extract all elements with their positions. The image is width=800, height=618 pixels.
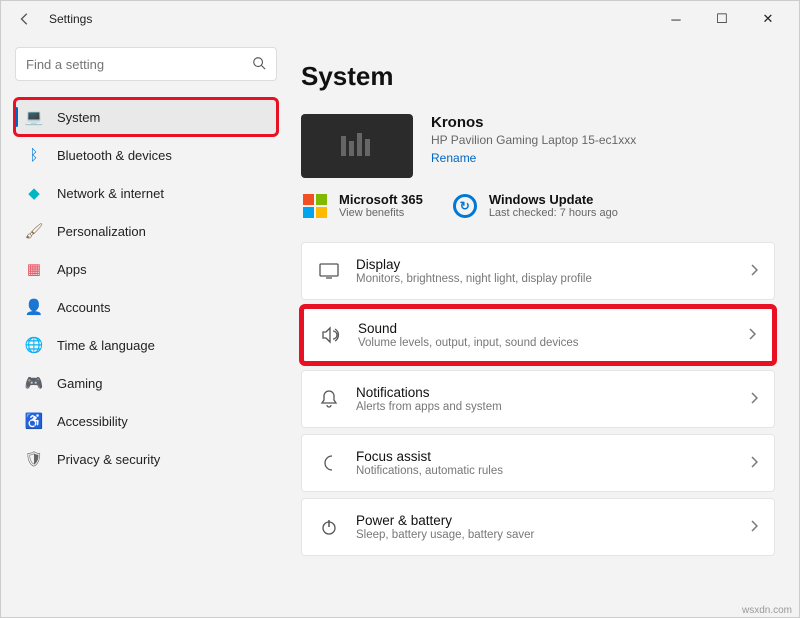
search-box[interactable]	[15, 47, 277, 81]
back-arrow-icon	[18, 12, 32, 26]
card-sound[interactable]: Sound Volume levels, output, input, soun…	[301, 306, 775, 364]
card-focus[interactable]: Focus assist Notifications, automatic ru…	[301, 434, 775, 492]
search-icon	[252, 56, 266, 73]
sidebar-icon: ᛒ	[25, 146, 43, 164]
power-icon	[318, 518, 340, 536]
display-icon	[318, 263, 340, 279]
card-text: Focus assist Notifications, automatic ru…	[356, 449, 734, 477]
promo-ms365-sub: View benefits	[339, 207, 423, 219]
sidebar-item-system[interactable]: 💻 System	[15, 99, 277, 135]
promo-update-title: Windows Update	[489, 192, 618, 207]
back-button[interactable]	[9, 3, 41, 35]
sidebar-item-label: Privacy & security	[57, 452, 160, 467]
card-text: Notifications Alerts from apps and syste…	[356, 385, 734, 413]
sidebar-icon: 🎮	[25, 374, 43, 392]
body: 💻 System ᛒ Bluetooth & devices ◆ Network & in…	[1, 37, 799, 617]
sidebar-item-network-internet[interactable]: ◆ Network & internet	[15, 175, 277, 211]
sound-icon	[320, 326, 342, 344]
settings-window: Settings ─ ☐ ✕ 💻 System ᛒ Bluetooth & devic…	[0, 0, 800, 618]
promo-update-sub: Last checked: 7 hours ago	[489, 207, 618, 219]
chevron-right-icon	[748, 328, 756, 343]
watermark: wsxdn.com	[742, 605, 792, 616]
promo-windows-update[interactable]: ↻ Windows Update Last checked: 7 hours a…	[451, 192, 618, 220]
device-row: Kronos HP Pavilion Gaming Laptop 15-ec1x…	[301, 114, 775, 178]
sidebar-item-label: Network & internet	[57, 186, 164, 201]
window-title: Settings	[49, 12, 92, 26]
minimize-button[interactable]: ─	[653, 1, 699, 37]
card-subtitle: Sleep, battery usage, battery saver	[356, 529, 734, 541]
focus-icon	[318, 454, 340, 472]
sidebar-icon: 💻	[25, 108, 43, 126]
sidebar-icon: ◆	[25, 184, 43, 202]
card-text: Sound Volume levels, output, input, soun…	[358, 321, 732, 349]
card-power[interactable]: Power & battery Sleep, battery usage, ba…	[301, 498, 775, 556]
device-name: Kronos	[431, 114, 636, 131]
notifications-icon	[318, 389, 340, 409]
sidebar: 💻 System ᛒ Bluetooth & devices ◆ Network & in…	[1, 37, 291, 617]
sidebar-icon: ▦	[25, 260, 43, 278]
card-subtitle: Notifications, automatic rules	[356, 465, 734, 477]
sidebar-nav: 💻 System ᛒ Bluetooth & devices ◆ Network & in…	[15, 99, 277, 477]
card-title: Notifications	[356, 385, 734, 400]
sidebar-item-label: Bluetooth & devices	[57, 148, 172, 163]
sidebar-item-accessibility[interactable]: ♿ Accessibility	[15, 403, 277, 439]
sidebar-item-privacy-security[interactable]: 🛡 Privacy & security	[15, 441, 277, 477]
sidebar-item-label: Accessibility	[57, 414, 128, 429]
sidebar-item-label: Personalization	[57, 224, 146, 239]
titlebar: Settings ─ ☐ ✕	[1, 1, 799, 37]
sidebar-item-label: System	[57, 110, 100, 125]
chevron-right-icon	[750, 264, 758, 279]
page-title: System	[301, 61, 775, 92]
device-model: HP Pavilion Gaming Laptop 15-ec1xxx	[431, 133, 636, 147]
window-controls: ─ ☐ ✕	[653, 1, 791, 37]
sidebar-icon: 🛡	[25, 450, 43, 468]
sidebar-item-label: Apps	[57, 262, 87, 277]
rename-link[interactable]: Rename	[431, 151, 476, 165]
device-thumbnail	[301, 114, 413, 178]
card-title: Display	[356, 257, 734, 272]
sidebar-item-bluetooth-devices[interactable]: ᛒ Bluetooth & devices	[15, 137, 277, 173]
sidebar-item-label: Accounts	[57, 300, 110, 315]
card-text: Power & battery Sleep, battery usage, ba…	[356, 513, 734, 541]
sidebar-item-apps[interactable]: ▦ Apps	[15, 251, 277, 287]
sidebar-item-label: Time & language	[57, 338, 155, 353]
device-info: Kronos HP Pavilion Gaming Laptop 15-ec1x…	[431, 114, 636, 167]
sidebar-item-label: Gaming	[57, 376, 103, 391]
sidebar-icon: 👤	[25, 298, 43, 316]
card-title: Focus assist	[356, 449, 734, 464]
promo-row: Microsoft 365 View benefits ↻ Windows Up…	[301, 192, 775, 220]
sidebar-icon: ♿	[25, 412, 43, 430]
sidebar-item-time-language[interactable]: 🌐 Time & language	[15, 327, 277, 363]
search-input[interactable]	[26, 57, 252, 72]
chevron-right-icon	[750, 520, 758, 535]
card-notifications[interactable]: Notifications Alerts from apps and syste…	[301, 370, 775, 428]
card-subtitle: Monitors, brightness, night light, displ…	[356, 273, 734, 285]
chevron-right-icon	[750, 456, 758, 471]
sidebar-item-personalization[interactable]: 🖌 Personalization	[15, 213, 277, 249]
microsoft-365-icon	[301, 192, 329, 220]
card-title: Sound	[358, 321, 732, 336]
card-title: Power & battery	[356, 513, 734, 528]
card-display[interactable]: Display Monitors, brightness, night ligh…	[301, 242, 775, 300]
windows-update-icon: ↻	[451, 192, 479, 220]
sidebar-icon: 🌐	[25, 336, 43, 354]
promo-ms365-title: Microsoft 365	[339, 192, 423, 207]
chevron-right-icon	[750, 392, 758, 407]
sidebar-item-accounts[interactable]: 👤 Accounts	[15, 289, 277, 325]
card-subtitle: Alerts from apps and system	[356, 401, 734, 413]
sidebar-item-gaming[interactable]: 🎮 Gaming	[15, 365, 277, 401]
promo-ms365[interactable]: Microsoft 365 View benefits	[301, 192, 423, 220]
settings-cards: Display Monitors, brightness, night ligh…	[301, 242, 775, 556]
card-subtitle: Volume levels, output, input, sound devi…	[358, 337, 732, 349]
sidebar-icon: 🖌	[25, 222, 43, 240]
card-text: Display Monitors, brightness, night ligh…	[356, 257, 734, 285]
main-content: System Kronos HP Pavilion Gaming Laptop …	[291, 37, 799, 617]
close-button[interactable]: ✕	[745, 1, 791, 37]
maximize-button[interactable]: ☐	[699, 1, 745, 37]
